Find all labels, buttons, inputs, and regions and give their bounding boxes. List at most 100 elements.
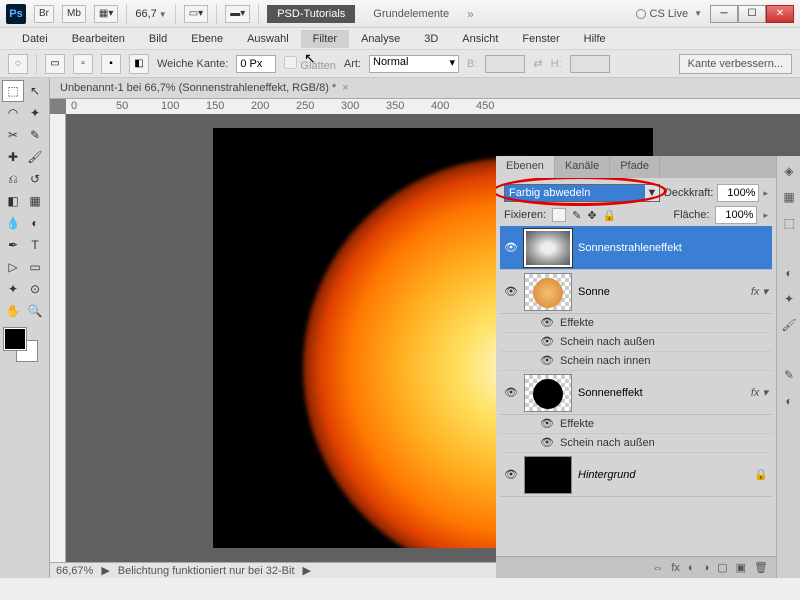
subtract-selection-icon[interactable]: ▪	[101, 54, 121, 74]
arrange-button[interactable]: ▭▾	[184, 5, 208, 23]
new-layer-icon[interactable]: ▣	[736, 561, 746, 574]
history-brush-tool[interactable]: ↺	[24, 168, 46, 190]
visibility-icon[interactable]: 👁	[540, 335, 554, 349]
visibility-icon[interactable]: 👁	[504, 285, 518, 299]
layer-name[interactable]: Sonne	[578, 286, 745, 298]
visibility-icon[interactable]: 👁	[540, 316, 554, 330]
new-selection-icon[interactable]: ▭	[45, 54, 65, 74]
eraser-tool[interactable]: ◧	[2, 190, 24, 212]
layer-effect-item[interactable]: 👁Effekte	[500, 415, 772, 434]
layer-name[interactable]: Hintergrund	[578, 469, 748, 481]
menu-bearbeiten[interactable]: Bearbeiten	[60, 30, 137, 48]
shape-tool[interactable]: ▭	[24, 256, 46, 278]
layer-row[interactable]: 👁 Sonnenstrahleneffekt	[500, 226, 772, 270]
layer-row[interactable]: 👁Sonnefx ▾	[500, 270, 772, 314]
layer-thumbnail[interactable]	[524, 229, 572, 267]
lock-position-icon[interactable]: ✥	[587, 209, 596, 222]
workspace-tab-grund[interactable]: Grundelemente	[363, 5, 459, 23]
tool-preset-icon[interactable]: ◌	[8, 54, 28, 74]
brush-tool[interactable]: 🖌	[24, 146, 46, 168]
panel-tab-pfade[interactable]: Pfade	[610, 156, 660, 178]
brush-panel-icon[interactable]: 🖌	[778, 314, 800, 336]
zoom-tool[interactable]: 🔍	[24, 300, 46, 322]
move-tool[interactable]: ↖	[24, 80, 46, 102]
intersect-selection-icon[interactable]: ◧	[129, 54, 149, 74]
adjustments-panel-icon[interactable]: ◐	[778, 262, 800, 284]
workspace-more-icon[interactable]: »	[467, 7, 474, 21]
workspace-tab-psd[interactable]: PSD-Tutorials	[267, 5, 355, 23]
menu-fenster[interactable]: Fenster	[510, 30, 571, 48]
foreground-swatch[interactable]	[4, 328, 26, 350]
layer-name[interactable]: Sonnenstrahleneffekt	[578, 242, 768, 254]
layer-effect-item[interactable]: 👁Schein nach außen	[500, 333, 772, 352]
layer-effect-item[interactable]: 👁Schein nach innen	[500, 352, 772, 371]
mask-icon[interactable]: ◐	[688, 562, 695, 574]
lock-pixels-icon[interactable]: ✎	[572, 209, 581, 222]
styles-panel-icon[interactable]: ⬚	[778, 212, 800, 234]
blur-tool[interactable]: 💧	[2, 212, 24, 234]
screen-mode-button[interactable]: ▬▾	[225, 5, 250, 23]
layer-thumbnail[interactable]	[524, 273, 572, 311]
maximize-button[interactable]: ☐	[738, 5, 766, 23]
masks-panel-icon[interactable]: ✦	[778, 288, 800, 310]
menu-bild[interactable]: Bild	[137, 30, 179, 48]
layer-thumbnail[interactable]	[524, 374, 572, 412]
path-tool[interactable]: ▷	[2, 256, 24, 278]
lasso-tool[interactable]: ◠	[2, 102, 24, 124]
cslive-button[interactable]: CS Live▼	[636, 8, 702, 20]
menu-hilfe[interactable]: Hilfe	[572, 30, 618, 48]
lock-transparent-icon[interactable]	[552, 208, 566, 222]
minibridge-button[interactable]: Mb	[62, 5, 86, 23]
crop-tool[interactable]: ✂	[2, 124, 24, 146]
menu-analyse[interactable]: Analyse	[349, 30, 412, 48]
opacity-input[interactable]	[717, 184, 759, 202]
layer-row[interactable]: 👁Hintergrund🔒	[500, 453, 772, 497]
folder-icon[interactable]: ▢	[717, 561, 727, 574]
lock-all-icon[interactable]: 🔒	[603, 209, 617, 222]
panel-tab-kanäle[interactable]: Kanäle	[555, 156, 610, 178]
color-panel-icon[interactable]: ◈	[778, 160, 800, 182]
status-arrow-icon[interactable]: ▶	[101, 564, 109, 577]
opacity-flyout-icon[interactable]: ▸	[763, 188, 768, 199]
wand-tool[interactable]: ✦	[24, 102, 46, 124]
3d-tool[interactable]: ✦	[2, 278, 24, 300]
heal-tool[interactable]: ✚	[2, 146, 24, 168]
bridge-button[interactable]: Br	[34, 5, 54, 23]
menu-ansicht[interactable]: Ansicht	[450, 30, 510, 48]
layout-button[interactable]: ▦▾	[94, 5, 118, 23]
visibility-icon[interactable]: 👁	[504, 241, 518, 255]
visibility-icon[interactable]: 👁	[540, 417, 554, 431]
fx-badge[interactable]: fx ▾	[751, 386, 768, 399]
minimize-button[interactable]: ─	[710, 5, 738, 23]
fx-icon[interactable]: fx	[671, 562, 680, 574]
visibility-icon[interactable]: 👁	[504, 468, 518, 482]
feather-input[interactable]	[236, 55, 276, 73]
swatches-panel-icon[interactable]: ▦	[778, 186, 800, 208]
status-zoom[interactable]: 66,67%	[56, 565, 93, 577]
menu-3d[interactable]: 3D	[412, 30, 450, 48]
gradient-tool[interactable]: ▦	[24, 190, 46, 212]
3d-camera-tool[interactable]: ⊙	[24, 278, 46, 300]
menu-filter[interactable]: Filter	[301, 30, 349, 48]
zoom-level[interactable]: 66,7▼	[135, 8, 166, 20]
status-arrow2-icon[interactable]: ▶	[303, 564, 311, 577]
layer-name[interactable]: Sonneneffekt	[578, 387, 745, 399]
link-layers-icon[interactable]: ⇔	[652, 562, 663, 574]
adjustment-icon[interactable]: ◑	[703, 562, 710, 574]
close-doc-icon[interactable]: ×	[342, 82, 348, 94]
refine-edge-button[interactable]: Kante verbessern...	[679, 54, 792, 74]
fill-input[interactable]	[715, 206, 757, 224]
visibility-icon[interactable]: 👁	[540, 436, 554, 450]
fill-flyout-icon[interactable]: ▸	[763, 210, 768, 221]
hand-tool[interactable]: ✋	[2, 300, 24, 322]
stamp-tool[interactable]: ⎌	[2, 168, 24, 190]
menu-datei[interactable]: Datei	[10, 30, 60, 48]
color-swatches[interactable]	[2, 328, 42, 368]
type-tool[interactable]: T	[24, 234, 46, 256]
pen-tool[interactable]: ✒	[2, 234, 24, 256]
add-selection-icon[interactable]: ▫	[73, 54, 93, 74]
menu-ebene[interactable]: Ebene	[179, 30, 235, 48]
layer-row[interactable]: 👁Sonneneffektfx ▾	[500, 371, 772, 415]
trash-icon[interactable]: 🗑	[754, 561, 768, 574]
style-select[interactable]: Normal ▾	[369, 55, 459, 73]
